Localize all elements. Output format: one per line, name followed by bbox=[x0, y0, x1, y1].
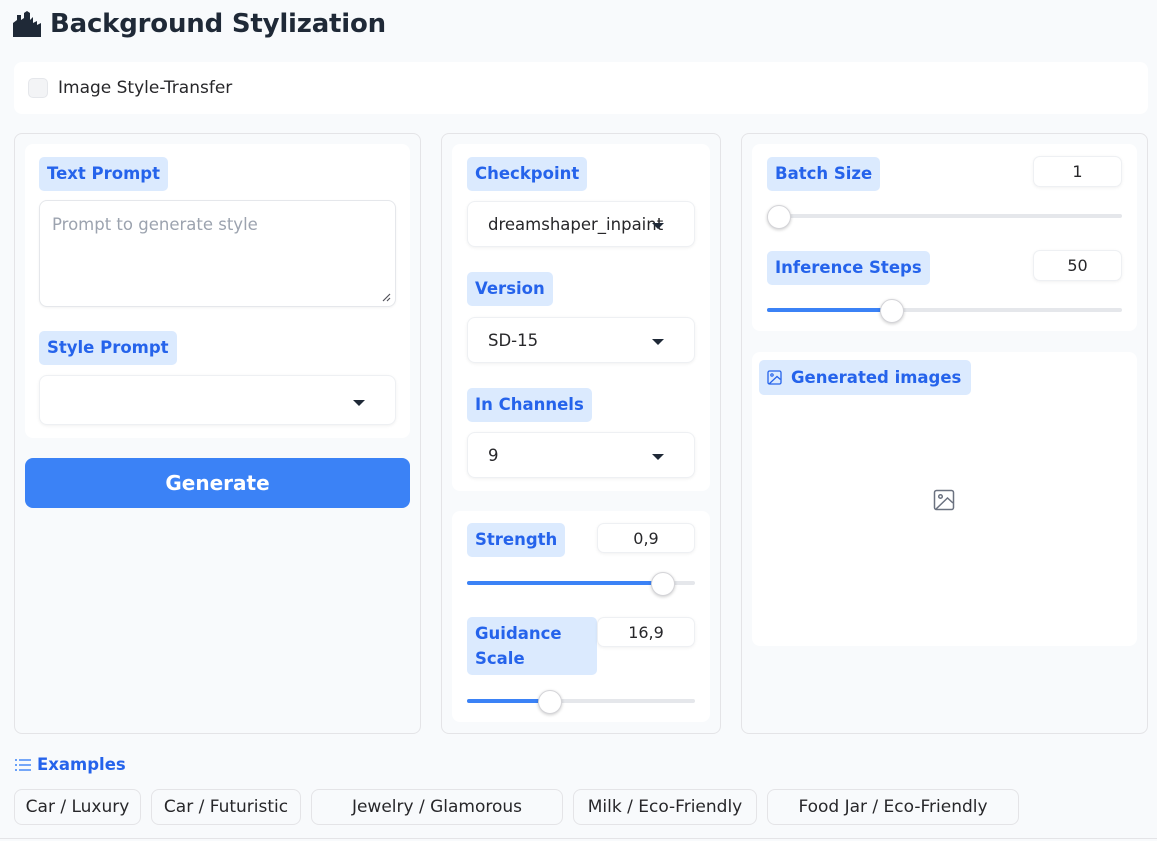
examples-label: Examples bbox=[37, 755, 126, 774]
version-value: SD-15 bbox=[488, 331, 539, 350]
in-channels-label: In Channels bbox=[467, 388, 592, 422]
sampling-block: Strength 0,9 Guidance Scale 16,9 bbox=[452, 511, 710, 722]
slider-thumb[interactable] bbox=[879, 299, 904, 323]
style-transfer-label[interactable]: Image Style-Transfer bbox=[58, 78, 232, 98]
in-channels-value: 9 bbox=[488, 446, 499, 465]
example-item[interactable]: Car / Futuristic bbox=[151, 789, 301, 825]
chevron-down-icon bbox=[353, 400, 365, 406]
slider-thumb[interactable] bbox=[767, 205, 791, 229]
guidance-scale-slider[interactable] bbox=[467, 690, 695, 714]
style-transfer-row: Image Style-Transfer bbox=[14, 62, 1148, 114]
prompt-block: Text Prompt Prompt to generate style Sty… bbox=[25, 144, 410, 438]
example-item[interactable]: Food Jar / Eco-Friendly bbox=[767, 789, 1019, 825]
text-prompt-label: Text Prompt bbox=[39, 157, 168, 191]
inference-steps-label: Inference Steps bbox=[767, 251, 930, 285]
example-item[interactable]: Car / Luxury bbox=[14, 789, 141, 825]
example-item[interactable]: Jewelry / Glamorous bbox=[311, 789, 563, 825]
style-transfer-checkbox[interactable] bbox=[28, 78, 48, 98]
guidance-scale-input[interactable]: 16,9 bbox=[597, 617, 695, 647]
strength-label: Strength bbox=[467, 523, 566, 557]
examples-header: Examples bbox=[15, 755, 126, 774]
checkpoint-value: dreamshaper_inpaint bbox=[488, 215, 664, 234]
example-item[interactable]: Milk / Eco-Friendly bbox=[573, 789, 757, 825]
strength-slider[interactable] bbox=[467, 572, 695, 596]
slider-fill bbox=[767, 308, 892, 312]
generation-params-block: Batch Size 1 Inference Steps 50 bbox=[752, 144, 1137, 331]
page-title: Background Stylization bbox=[50, 9, 386, 39]
chevron-down-icon bbox=[652, 339, 664, 345]
chevron-down-icon bbox=[652, 454, 664, 460]
inference-steps-slider[interactable] bbox=[767, 299, 1122, 323]
slider-fill bbox=[467, 581, 663, 585]
strength-input[interactable]: 0,9 bbox=[597, 523, 695, 553]
inference-steps-input[interactable]: 50 bbox=[1033, 250, 1122, 281]
in-channels-dropdown[interactable]: 9 bbox=[467, 432, 695, 478]
batch-size-slider[interactable] bbox=[767, 205, 1122, 229]
slider-thumb[interactable] bbox=[538, 690, 563, 714]
style-prompt-dropdown[interactable] bbox=[39, 375, 396, 425]
batch-size-input[interactable]: 1 bbox=[1033, 156, 1122, 187]
divider bbox=[0, 838, 1157, 839]
gallery-block bbox=[752, 352, 1137, 646]
checkpoint-label: Checkpoint bbox=[467, 157, 588, 191]
generate-button[interactable]: Generate bbox=[25, 458, 410, 508]
generated-images-label: Generated images bbox=[759, 360, 972, 395]
generated-images-text: Generated images bbox=[791, 368, 962, 387]
image-placeholder-icon bbox=[933, 489, 955, 511]
style-prompt-label: Style Prompt bbox=[39, 331, 177, 365]
version-label: Version bbox=[467, 272, 553, 306]
model-settings-block: Checkpoint dreamshaper_inpaint Version S… bbox=[452, 144, 710, 491]
buildings-icon bbox=[13, 11, 41, 37]
image-icon bbox=[767, 370, 782, 385]
resize-grip-icon[interactable] bbox=[381, 292, 391, 302]
slider-thumb[interactable] bbox=[650, 572, 675, 596]
checkpoint-dropdown[interactable]: dreamshaper_inpaint bbox=[467, 201, 695, 247]
text-prompt-placeholder: Prompt to generate style bbox=[52, 215, 258, 234]
guidance-scale-label: Guidance Scale bbox=[467, 617, 597, 675]
batch-size-label: Batch Size bbox=[767, 157, 881, 191]
app-header: Background Stylization bbox=[12, 6, 386, 42]
chevron-down-icon bbox=[652, 223, 664, 229]
version-dropdown[interactable]: SD-15 bbox=[467, 317, 695, 363]
list-icon bbox=[15, 758, 31, 771]
slider-track bbox=[767, 214, 1122, 218]
text-prompt-input[interactable]: Prompt to generate style bbox=[39, 200, 396, 307]
